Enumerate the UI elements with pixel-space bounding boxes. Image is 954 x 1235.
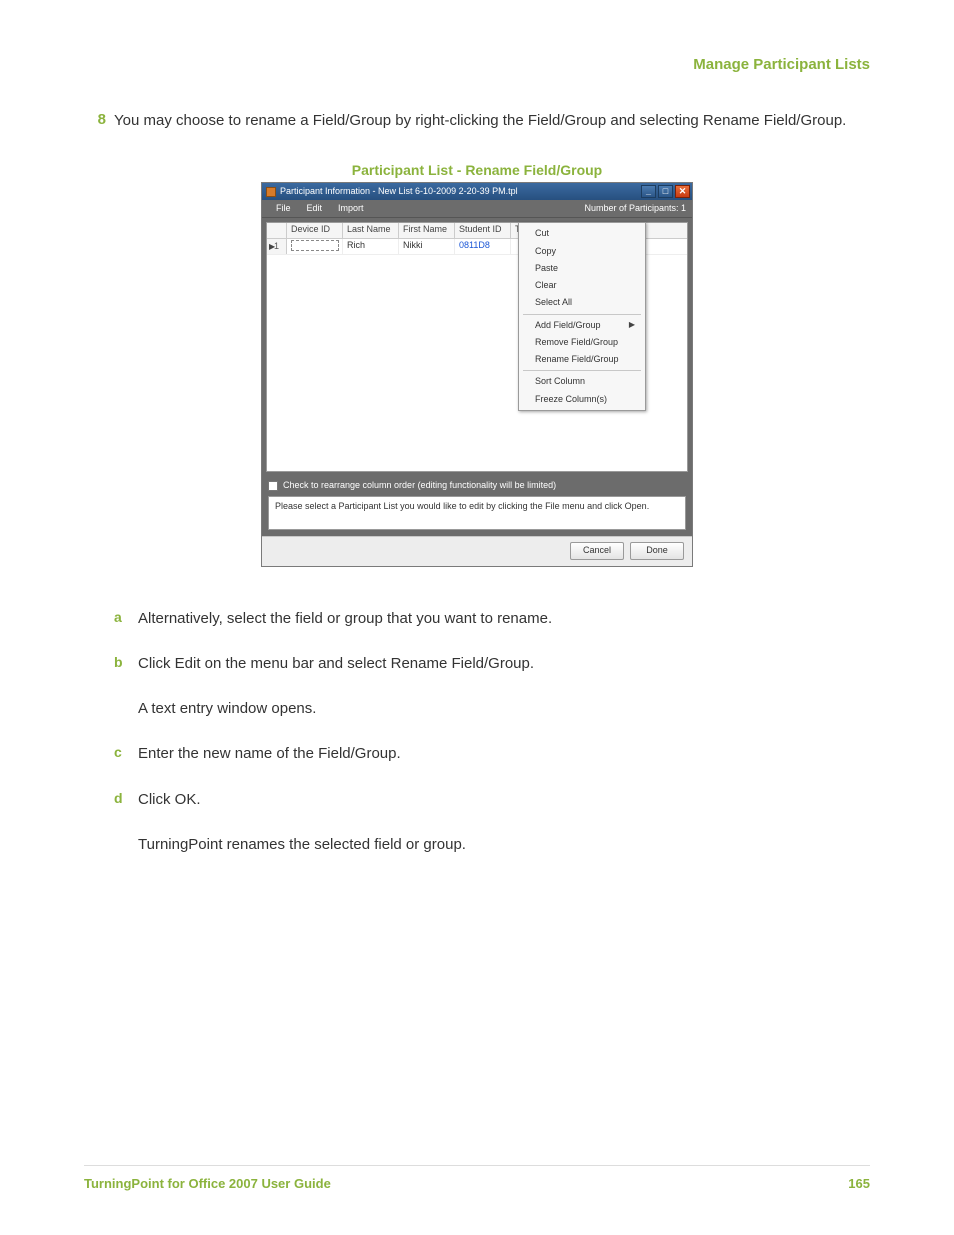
step-8-row: 8 You may choose to rename a Field/Group…: [84, 109, 870, 132]
app-icon: [266, 187, 276, 197]
close-button[interactable]: ✕: [675, 185, 690, 198]
menu-import[interactable]: Import: [330, 203, 372, 214]
cell-device-id[interactable]: [287, 239, 343, 254]
rearrange-check-label: Check to rearrange column order (editing…: [283, 480, 556, 491]
row-header[interactable]: ▶ 1: [267, 239, 287, 254]
minimize-button[interactable]: _: [641, 185, 656, 198]
window-title: Participant Information - New List 6-10-…: [280, 186, 641, 197]
cell-first-name[interactable]: Nikki: [399, 239, 455, 254]
info-box: Please select a Participant List you wou…: [268, 496, 686, 530]
page: Manage Participant Lists 8 You may choos…: [0, 0, 954, 1235]
substep-d-text: Click OK.: [138, 788, 870, 811]
ctx-clear[interactable]: Clear: [519, 277, 645, 294]
context-menu: Cut Copy Paste Clear Select All Add Fiel…: [518, 222, 646, 411]
substep-d-result: TurningPoint renames the selected field …: [84, 833, 870, 856]
substep-a-text: Alternatively, select the field or group…: [138, 607, 870, 630]
figure: Participant List - Rename Field/Group Pa…: [84, 154, 870, 566]
substep-b-result: A text entry window opens.: [84, 697, 870, 720]
substep-a-letter: a: [114, 607, 138, 625]
ctx-sort-column[interactable]: Sort Column: [519, 373, 645, 390]
rearrange-check-row: Check to rearrange column order (editing…: [268, 480, 686, 491]
col-device-id[interactable]: Device ID: [287, 223, 343, 238]
ctx-freeze-columns[interactable]: Freeze Column(s): [519, 391, 645, 408]
maximize-button[interactable]: □: [658, 185, 673, 198]
substep-a: a Alternatively, select the field or gro…: [84, 607, 870, 630]
cell-student-id[interactable]: 0811D8: [455, 239, 511, 254]
lower-panel: Check to rearrange column order (editing…: [262, 476, 692, 535]
ctx-remove-field-group[interactable]: Remove Field/Group: [519, 334, 645, 351]
ctx-copy[interactable]: Copy: [519, 243, 645, 260]
menu-edit[interactable]: Edit: [299, 203, 331, 214]
chevron-right-icon: ▶: [629, 320, 635, 330]
cancel-button[interactable]: Cancel: [570, 542, 624, 560]
editing-cell-indicator: [291, 240, 339, 251]
section-header: Manage Participant Lists: [84, 56, 870, 73]
substep-c-text: Enter the new name of the Field/Group.: [138, 742, 870, 765]
done-button[interactable]: Done: [630, 542, 684, 560]
row-arrow-icon: ▶: [269, 242, 275, 252]
col-first-name[interactable]: First Name: [399, 223, 455, 238]
ctx-select-all[interactable]: Select All: [519, 294, 645, 311]
participant-count: Number of Participants: 1: [584, 203, 686, 214]
figure-title: Participant List - Rename Field/Group: [352, 162, 602, 178]
substep-b: b Click Edit on the menu bar and select …: [84, 652, 870, 675]
footer-page-number: 165: [848, 1176, 870, 1191]
ctx-rename-field-group[interactable]: Rename Field/Group: [519, 351, 645, 368]
substep-b-letter: b: [114, 652, 138, 670]
substep-d-letter: d: [114, 788, 138, 806]
col-last-name[interactable]: Last Name: [343, 223, 399, 238]
col-student-id[interactable]: Student ID: [455, 223, 511, 238]
menu-file[interactable]: File: [268, 203, 299, 214]
step-number: 8: [84, 109, 114, 128]
corner-cell: [267, 223, 287, 238]
ctx-paste[interactable]: Paste: [519, 260, 645, 277]
step-text: You may choose to rename a Field/Group b…: [114, 109, 870, 132]
window-buttons: _ □ ✕: [641, 185, 690, 198]
ctx-separator-1: [523, 314, 641, 315]
ctx-separator-2: [523, 370, 641, 371]
ctx-cut[interactable]: Cut: [519, 225, 645, 242]
substep-d: d Click OK.: [84, 788, 870, 811]
rearrange-checkbox[interactable]: [268, 481, 278, 491]
footer-guide-name: TurningPoint for Office 2007 User Guide: [84, 1176, 331, 1191]
ctx-add-field-group[interactable]: Add Field/Group▶: [519, 317, 645, 334]
substep-c: c Enter the new name of the Field/Group.: [84, 742, 870, 765]
menubar: File Edit Import Number of Participants:…: [262, 200, 692, 218]
button-row: Cancel Done: [262, 536, 692, 566]
window: Participant Information - New List 6-10-…: [261, 182, 693, 566]
grid-area: Device ID Last Name First Name Student I…: [262, 218, 692, 476]
substep-c-letter: c: [114, 742, 138, 760]
footer: TurningPoint for Office 2007 User Guide …: [84, 1165, 870, 1191]
substep-b-text: Click Edit on the menu bar and select Re…: [138, 652, 870, 675]
titlebar[interactable]: Participant Information - New List 6-10-…: [262, 183, 692, 200]
cell-last-name[interactable]: Rich: [343, 239, 399, 254]
